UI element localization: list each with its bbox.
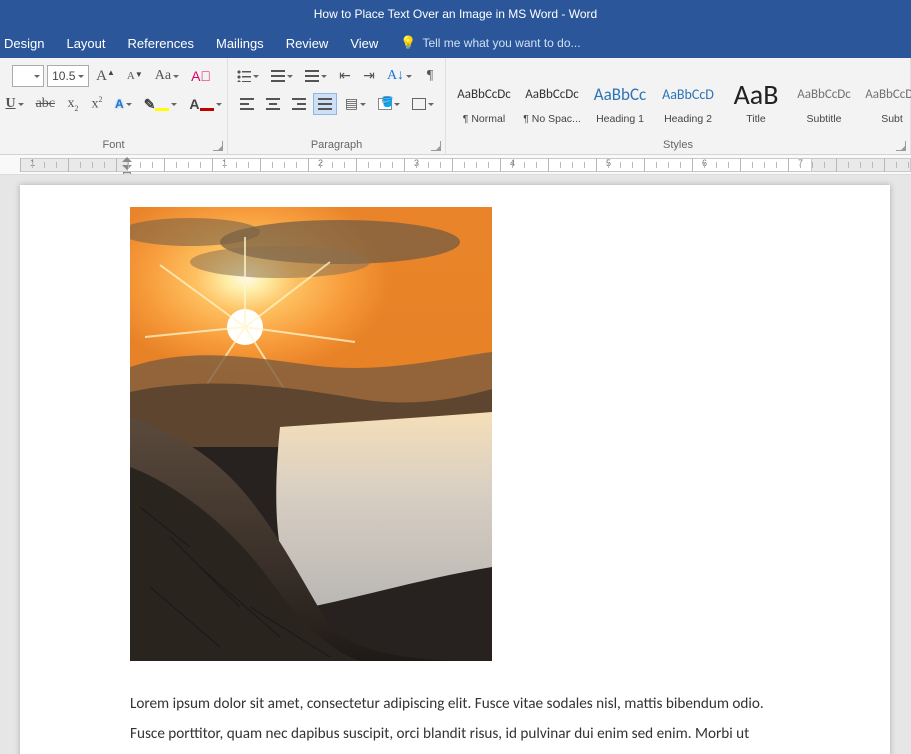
tab-layout[interactable]: Layout — [66, 36, 105, 51]
font-color-button[interactable]: A — [185, 93, 225, 115]
tab-mailings[interactable]: Mailings — [216, 36, 264, 51]
style-tile-subt[interactable]: AaBbCcDcSubt — [859, 72, 911, 128]
sunset-image-content — [130, 207, 492, 661]
style-sample: AaBbCcDc — [794, 77, 854, 113]
group-label-paragraph: Paragraph — [228, 137, 445, 154]
font-size-combo[interactable]: 10.5 — [47, 65, 89, 87]
grow-font-button[interactable]: A▲ — [92, 65, 119, 87]
style-tile-heading-1[interactable]: AaBbCcHeading 1 — [587, 72, 653, 128]
tab-view[interactable]: View — [350, 36, 378, 51]
group-label-styles: Styles — [446, 137, 910, 154]
style-sample: AaBbCcD — [658, 77, 718, 113]
shrink-font-button[interactable]: A▼ — [123, 65, 147, 87]
tell-me-placeholder: Tell me what you want to do... — [422, 36, 580, 50]
ribbon-tabs: Design Layout References Mailings Review… — [0, 28, 911, 58]
style-name: Subt — [862, 113, 911, 125]
group-label-font: Font — [0, 137, 227, 154]
font-dialog-launcher[interactable] — [213, 141, 223, 151]
superscript-button[interactable]: x2 — [87, 93, 107, 115]
tab-design[interactable]: Design — [4, 36, 44, 51]
borders-button[interactable] — [408, 93, 438, 115]
lightbulb-icon: 💡 — [400, 35, 416, 51]
inserted-image[interactable] — [130, 207, 492, 661]
style-name: ¶ No Spac... — [522, 113, 582, 125]
window-title: How to Place Text Over an Image in MS Wo… — [314, 7, 597, 21]
styles-dialog-launcher[interactable] — [896, 141, 906, 151]
change-case-button[interactable]: Aa — [151, 65, 183, 87]
style-tile-heading-2[interactable]: AaBbCcDHeading 2 — [655, 72, 721, 128]
highlight-color-button[interactable]: ✎ — [140, 93, 182, 115]
bullets-button[interactable] — [233, 65, 263, 87]
numbering-button[interactable] — [267, 65, 297, 87]
align-left-button[interactable] — [235, 93, 259, 115]
tab-review[interactable]: Review — [286, 36, 329, 51]
style-name: Title — [726, 113, 786, 125]
align-center-button[interactable] — [261, 93, 285, 115]
style-tile--normal[interactable]: AaBbCcDc¶ Normal — [451, 72, 517, 128]
document-workspace[interactable]: Lorem ipsum dolor sit amet, consectetur … — [0, 175, 911, 754]
group-paragraph: ⇤ ⇥ A↓ ¶ ▤ 🪣 Paragraph — [228, 58, 446, 154]
body-paragraph[interactable]: Lorem ipsum dolor sit amet, consectetur … — [130, 689, 780, 754]
multilevel-list-button[interactable] — [301, 65, 331, 87]
strikethrough-button[interactable]: abc — [32, 93, 59, 115]
window-titlebar: How to Place Text Over an Image in MS Wo… — [0, 0, 911, 28]
clear-formatting-button[interactable]: A⃠ — [187, 65, 215, 87]
style-name: Subtitle — [794, 113, 854, 125]
styles-gallery[interactable]: AaBbCcDc¶ NormalAaBbCcDc¶ No Spac...AaBb… — [450, 70, 911, 130]
decrease-indent-button[interactable]: ⇤ — [335, 65, 355, 87]
style-sample: AaBbCcDc — [522, 77, 582, 113]
style-tile-subtitle[interactable]: AaBbCcDcSubtitle — [791, 72, 857, 128]
subscript-button[interactable]: x2 — [63, 93, 83, 115]
group-styles: AaBbCcDc¶ NormalAaBbCcDc¶ No Spac...AaBb… — [446, 58, 911, 154]
text-effects-button[interactable]: A — [111, 93, 136, 115]
style-sample: AaBbCcDc — [454, 77, 514, 113]
horizontal-ruler[interactable]: 11234567 — [0, 155, 911, 175]
style-tile-title[interactable]: AaBTitle — [723, 72, 789, 128]
style-sample: AaB — [726, 77, 786, 113]
font-family-dropdown[interactable] — [12, 65, 44, 87]
font-size-value: 10.5 — [52, 69, 75, 83]
increase-indent-button[interactable]: ⇥ — [359, 65, 379, 87]
align-right-button[interactable] — [287, 93, 311, 115]
sort-button[interactable]: A↓ — [383, 65, 416, 87]
paragraph-dialog-launcher[interactable] — [431, 141, 441, 151]
show-hide-paragraph-button[interactable]: ¶ — [420, 65, 440, 87]
style-name: Heading 2 — [658, 113, 718, 125]
ribbon: 10.5 A▲ A▼ Aa A⃠ U abc x2 x2 A ✎ A Font — [0, 58, 911, 155]
style-sample: AaBbCc — [590, 77, 650, 113]
tell-me-search[interactable]: 💡 Tell me what you want to do... — [400, 35, 580, 51]
chevron-down-icon — [78, 75, 84, 81]
line-spacing-button[interactable]: ▤ — [341, 93, 370, 115]
shading-button[interactable]: 🪣 — [374, 93, 404, 115]
underline-button[interactable]: U — [1, 93, 27, 115]
style-name: ¶ Normal — [454, 113, 514, 125]
group-font: 10.5 A▲ A▼ Aa A⃠ U abc x2 x2 A ✎ A Font — [0, 58, 228, 154]
document-page[interactable]: Lorem ipsum dolor sit amet, consectetur … — [20, 185, 890, 754]
tab-references[interactable]: References — [128, 36, 194, 51]
style-name: Heading 1 — [590, 113, 650, 125]
style-sample: AaBbCcDc — [862, 77, 911, 113]
style-tile--no-spac-[interactable]: AaBbCcDc¶ No Spac... — [519, 72, 585, 128]
justify-button[interactable] — [313, 93, 337, 115]
